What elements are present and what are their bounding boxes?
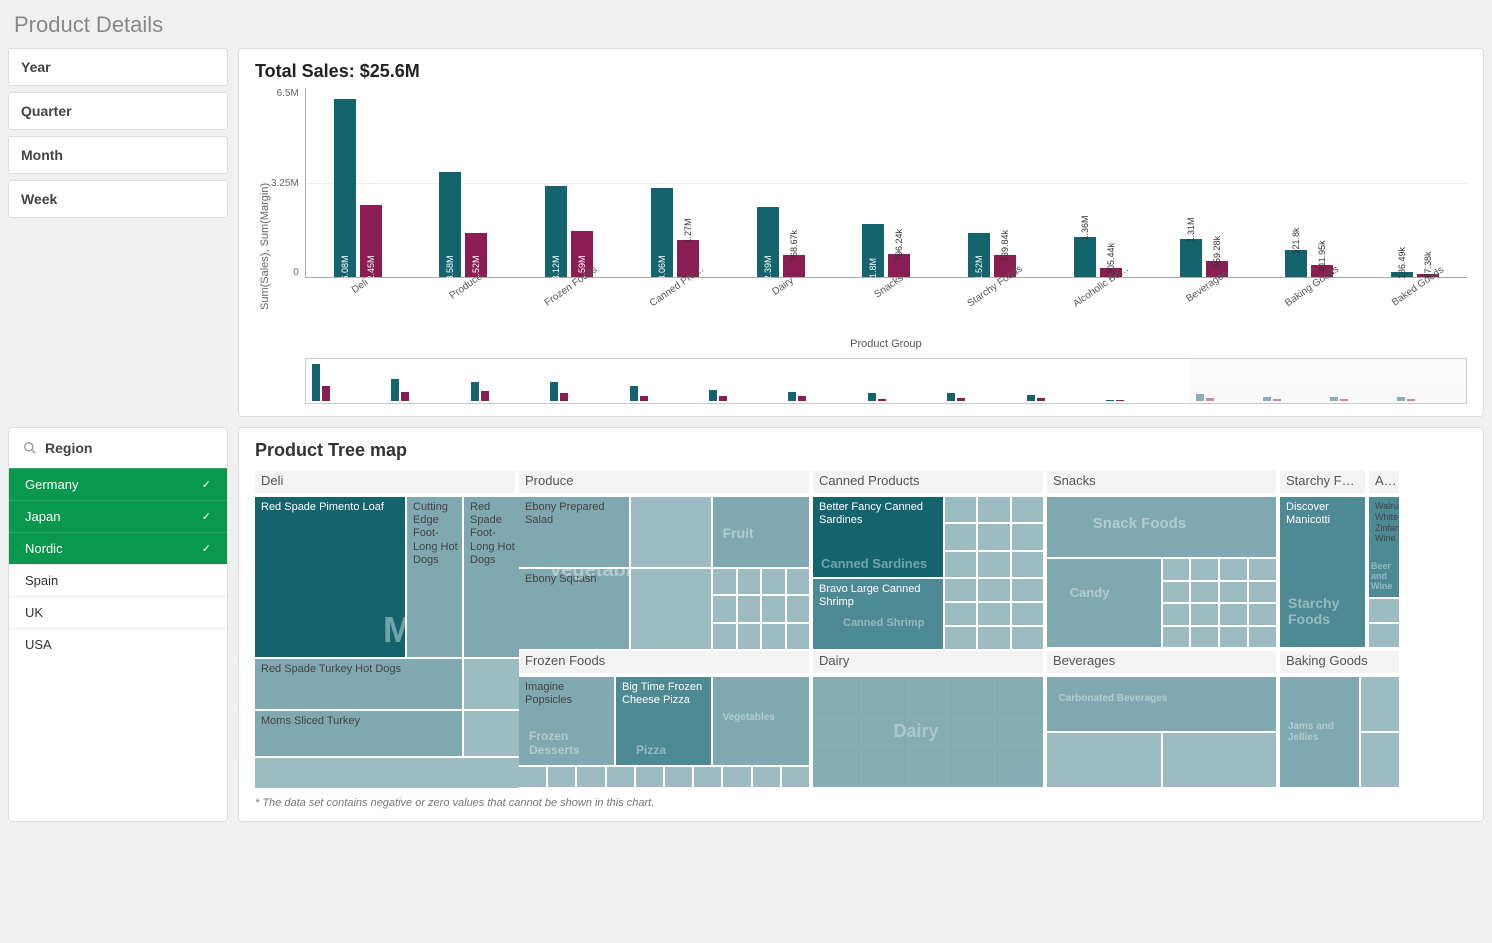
bar-chart-plot[interactable]: 6.08M2.45M3.58M1.52M3.12M1.59M3.06M1.27M… [305, 88, 1467, 278]
filter-month[interactable]: Month [8, 136, 228, 174]
search-icon [23, 441, 37, 455]
tm-header-produce[interactable]: Produce [519, 471, 809, 493]
y-axis-label: Sum(Sales), Sum(Margin) [255, 88, 271, 404]
tm-cell[interactable]: Bravo Large Canned ShrimpCanned Shrimp [813, 579, 943, 649]
x-axis-labels: DeliProduceFrozen FoodsCanned Pro…DairyS… [305, 282, 1467, 332]
region-item[interactable]: Spain [9, 564, 227, 596]
bar[interactable]: 3.58M [439, 172, 461, 277]
chart-title: Total Sales: $25.6M [255, 61, 1467, 82]
tm-cell[interactable]: Ebony Prepared Salad [519, 497, 629, 567]
tm-cell[interactable] [255, 758, 519, 788]
tm-header-beverages[interactable]: Beverages [1047, 651, 1276, 673]
total-sales-chart-card: Total Sales: $25.6M Sum(Sales), Sum(Marg… [238, 48, 1484, 417]
tm-cell[interactable]: Discover Manicotti Starchy Foods [1280, 497, 1365, 647]
bar[interactable]: 1.36M [1074, 237, 1096, 277]
tm-header-snacks[interactable]: Snacks [1047, 471, 1276, 493]
bar[interactable]: 921.8k [1285, 250, 1307, 277]
bar[interactable]: 3.12M [545, 186, 567, 277]
bar[interactable]: 3.06M [651, 188, 673, 277]
tm-header-baking[interactable]: Baking Goods [1280, 651, 1399, 673]
tm-cell[interactable]: Jams and Jellies [1280, 677, 1359, 787]
tm-cell[interactable]: Better Fancy Canned SardinesCanned Sardi… [813, 497, 943, 577]
treemap-title: Product Tree map [255, 440, 1467, 461]
filter-year[interactable]: Year [8, 48, 228, 86]
treemap-footnote: * The data set contains negative or zero… [255, 797, 1467, 809]
tm-cell[interactable] [464, 711, 519, 756]
bar[interactable]: 6.08M [334, 99, 356, 277]
region-item[interactable]: Japan✓ [9, 500, 227, 532]
tm-cell[interactable]: Walrus White Zinfandel WineBeer and Wine [1369, 497, 1399, 597]
treemap-plot[interactable]: Deli Produce Canned Products Snacks Star… [255, 471, 1467, 787]
check-icon: ✓ [202, 510, 211, 523]
tm-header-frozen[interactable]: Frozen Foods [519, 651, 809, 673]
region-item[interactable]: USA [9, 628, 227, 660]
tm-cell[interactable]: Snack Foods [1047, 497, 1276, 557]
region-filter-card: Region Germany✓Japan✓Nordic✓SpainUKUSA [8, 427, 228, 822]
tm-header-canned[interactable]: Canned Products [813, 471, 1043, 493]
tm-cell[interactable]: Imagine PopsiclesFrozen Desserts [519, 677, 614, 765]
tm-cell[interactable]: Candy [1047, 559, 1161, 647]
bar[interactable]: 1.8M [862, 224, 884, 277]
region-label: Region [45, 440, 92, 456]
filter-week[interactable]: Week [8, 180, 228, 218]
tm-header-deli[interactable]: Deli [255, 471, 515, 493]
tm-cell[interactable]: Moms Sliced Turkey [255, 711, 462, 756]
tm-header-dairy[interactable]: Dairy [813, 651, 1043, 673]
check-icon: ✓ [202, 542, 211, 555]
region-item[interactable]: Nordic✓ [9, 532, 227, 564]
bar[interactable]: 1.52M [968, 233, 990, 277]
bar[interactable]: 1.31M [1180, 239, 1202, 277]
tm-header-starchy[interactable]: Starchy Fo… [1280, 471, 1365, 493]
region-item[interactable]: UK [9, 596, 227, 628]
tm-cell[interactable]: Big Time Frozen Cheese PizzaPizza [616, 677, 711, 765]
bar[interactable]: 186.49k [1391, 272, 1413, 277]
check-icon: ✓ [202, 478, 211, 491]
tm-cell[interactable]: Red Spade Foot-Long Hot Dogs [464, 497, 519, 657]
tm-cell[interactable] [631, 497, 711, 567]
y-axis-ticks: 6.5M 3.25M 0 [271, 88, 305, 278]
tm-cell[interactable]: Ebony SquashVegetables [519, 569, 629, 649]
overview-scroller[interactable] [305, 358, 1467, 404]
treemap-card: Product Tree map Deli Produce Canned Pro… [238, 427, 1484, 822]
tm-header-alcoholic[interactable]: Alcoholic… [1369, 471, 1399, 493]
tm-cell[interactable]: Carbonated Beverages [1047, 677, 1276, 731]
tm-cell[interactable]: Vegetables [713, 677, 809, 765]
region-item[interactable]: Germany✓ [9, 468, 227, 500]
tm-cell[interactable] [631, 569, 711, 649]
tm-cell[interactable] [464, 659, 519, 709]
tm-cell[interactable]: Red Spade Pimento Loaf Meat [255, 497, 405, 657]
tm-cell[interactable]: Red Spade Turkey Hot Dogs [255, 659, 462, 709]
bar[interactable]: 2.39M [757, 207, 779, 277]
tm-cell[interactable]: Fruit [713, 497, 809, 567]
page-title: Product Details [14, 12, 1484, 38]
tm-cell[interactable]: Dairy [813, 677, 1043, 787]
filter-quarter[interactable]: Quarter [8, 92, 228, 130]
filter-panel: Year Quarter Month Week [8, 48, 228, 417]
tm-cell[interactable]: Cutting Edge Foot-Long Hot Dogs [407, 497, 462, 657]
region-list: Germany✓Japan✓Nordic✓SpainUKUSA [9, 468, 227, 660]
region-header[interactable]: Region [9, 428, 227, 468]
